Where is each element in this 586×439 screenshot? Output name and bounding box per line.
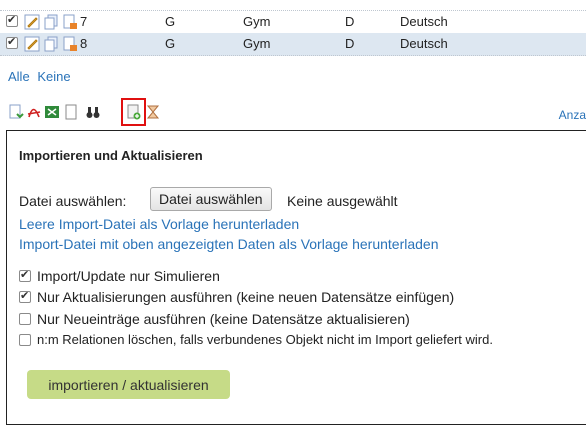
export-icon[interactable] (8, 104, 24, 120)
select-all-link[interactable]: Alle (8, 69, 30, 84)
table-row[interactable]: 8 G Gym D Deutsch (0, 33, 586, 56)
table-row[interactable]: 7 G Gym D Deutsch (0, 10, 586, 34)
pdf-icon[interactable] (26, 104, 42, 120)
row-checkbox[interactable] (6, 35, 18, 49)
simulate-checkbox[interactable] (19, 268, 31, 282)
import-icon-highlight (121, 98, 146, 126)
file-label: Datei auswählen: (19, 193, 127, 209)
copy-icon[interactable] (43, 14, 59, 30)
download-data-template-link[interactable]: Import-Datei mit oben angezeigten Daten … (19, 236, 438, 252)
row-number: 8 (80, 36, 88, 51)
option-label: Import/Update nur Simulieren (37, 268, 220, 284)
insert-only-checkbox[interactable] (19, 313, 31, 325)
cell-code: D (345, 36, 355, 51)
row-checkbox[interactable] (6, 13, 18, 27)
selection-links: Alle Keine (8, 69, 75, 84)
import-panel: Importieren und Aktualisieren Datei ausw… (6, 130, 586, 425)
cell-school: Gym (243, 36, 271, 51)
cell-type: G (165, 36, 176, 51)
sort-icon[interactable] (145, 104, 161, 120)
copy-icon[interactable] (43, 36, 59, 52)
row-number: 7 (80, 14, 88, 29)
update-only-checkbox[interactable] (19, 289, 31, 303)
delete-relations-checkbox[interactable] (19, 334, 31, 346)
download-empty-template-link[interactable]: Leere Import-Datei als Vorlage herunterl… (19, 216, 299, 232)
page-icon[interactable] (63, 104, 79, 120)
cell-type: G (165, 14, 176, 29)
file-status: Keine ausgewählt (287, 193, 398, 209)
excel-icon[interactable] (44, 104, 60, 120)
delete-page-icon[interactable] (62, 14, 78, 30)
choose-file-button[interactable]: Datei auswählen (150, 187, 272, 211)
edit-icon[interactable] (24, 14, 40, 30)
option-label: Nur Neueinträge ausführen (keine Datensä… (37, 311, 410, 327)
cell-language: Deutsch (400, 36, 448, 51)
option-label: Nur Aktualisierungen ausführen (keine ne… (37, 289, 455, 305)
option-label: n:m Relationen löschen, falls verbundene… (37, 332, 493, 347)
edit-icon[interactable] (24, 36, 40, 52)
delete-page-icon[interactable] (62, 36, 78, 52)
cell-code: D (345, 14, 355, 29)
cell-school: Gym (243, 14, 271, 29)
binoculars-icon[interactable] (85, 104, 101, 120)
import-update-button[interactable]: importieren / aktualisieren (27, 370, 230, 399)
cell-language: Deutsch (400, 14, 448, 29)
count-label: Anza (558, 108, 586, 122)
panel-title: Importieren und Aktualisieren (19, 148, 203, 163)
select-none-link[interactable]: Keine (37, 69, 70, 84)
